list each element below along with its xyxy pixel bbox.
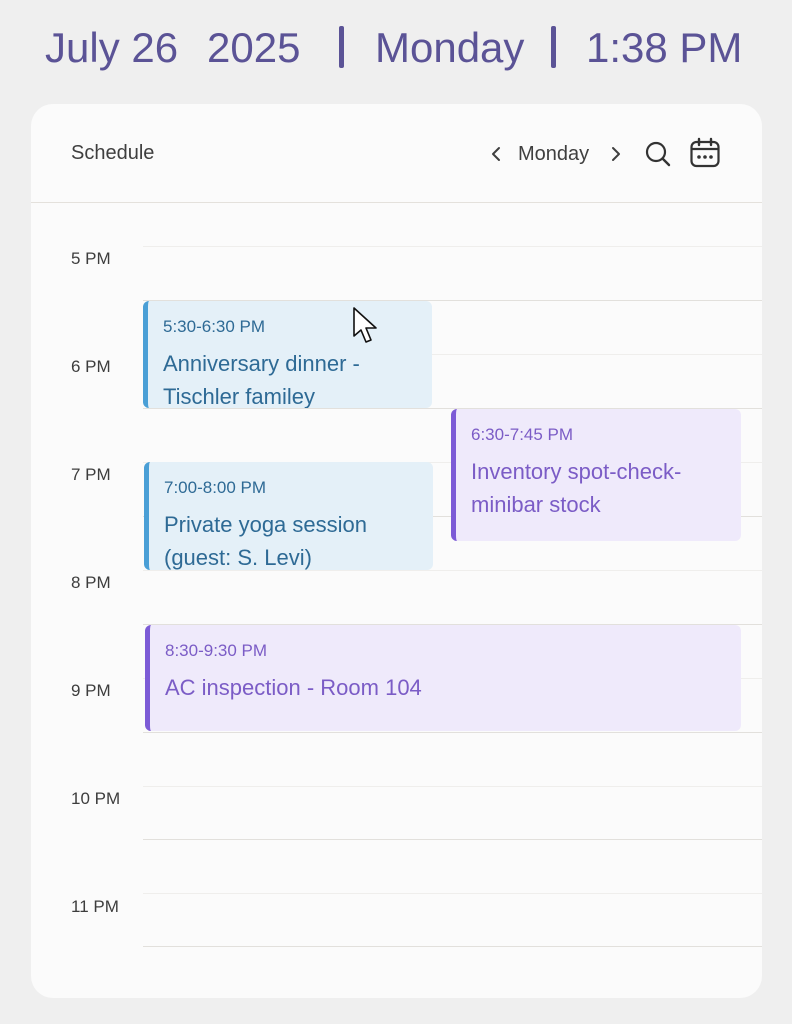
- hour-label: 7 PM: [71, 465, 111, 484]
- next-day-button[interactable]: [599, 137, 633, 171]
- weekday-text: Monday: [375, 24, 525, 71]
- grid-line: [143, 732, 762, 733]
- schedule-header: Schedule Monday: [31, 104, 762, 203]
- grid-line: [143, 246, 762, 247]
- separator: [551, 26, 556, 68]
- event-card[interactable]: 5:30-6:30 PM Anniversary dinner - Tischl…: [143, 301, 432, 408]
- event-title: AC inspection - Room 104: [165, 675, 422, 700]
- calendar-icon: [690, 137, 720, 168]
- event-title: Anniversary dinner - Tischler familey: [163, 351, 360, 408]
- hour-label: 5 PM: [71, 249, 111, 268]
- hour-label: 9 PM: [71, 681, 111, 700]
- search-button[interactable]: [641, 137, 675, 171]
- event-time: 5:30-6:30 PM: [163, 317, 266, 336]
- event-card[interactable]: 7:00-8:00 PM Private yoga session (guest…: [144, 462, 433, 570]
- event-time: 8:30-9:30 PM: [165, 641, 268, 660]
- schedule-title: Schedule: [71, 142, 155, 164]
- year-text: 2025: [207, 24, 301, 71]
- date-text: July 26: [45, 24, 179, 71]
- grid-line: [143, 570, 762, 571]
- search-icon: [645, 141, 671, 167]
- separator: [339, 26, 344, 68]
- datetime-bar: July 26 2025 Monday 1:38 PM: [0, 18, 792, 78]
- chevron-right-icon: [612, 147, 620, 161]
- grid-line: [143, 946, 762, 947]
- time-text: 1:38 PM: [586, 24, 743, 71]
- day-label[interactable]: Monday: [518, 143, 589, 166]
- grid-line: [143, 786, 762, 787]
- event-time: 7:00-8:00 PM: [164, 478, 267, 497]
- calendar-button[interactable]: [688, 136, 722, 170]
- hour-label: 10 PM: [71, 789, 121, 808]
- hour-label: 6 PM: [71, 357, 111, 376]
- hour-label: 8 PM: [71, 573, 111, 592]
- prev-day-button[interactable]: [479, 137, 513, 171]
- event-card[interactable]: 6:30-7:45 PM Inventory spot-check- minib…: [451, 409, 741, 541]
- event-title: Private yoga session (guest: S. Levi): [164, 512, 367, 570]
- mouse-cursor-icon: [353, 307, 377, 343]
- event-time: 6:30-7:45 PM: [471, 425, 574, 444]
- event-title: Inventory spot-check- minibar stock: [471, 459, 682, 517]
- grid-line: [143, 839, 762, 840]
- grid-line: [143, 893, 762, 894]
- chevron-left-icon: [492, 147, 500, 161]
- event-card[interactable]: 8:30-9:30 PM AC inspection - Room 104: [145, 625, 741, 731]
- schedule-card: Schedule Monday 5 PM 6 PM 7 PM 8 PM 9 PM…: [31, 104, 762, 998]
- hour-label: 11 PM: [71, 897, 119, 916]
